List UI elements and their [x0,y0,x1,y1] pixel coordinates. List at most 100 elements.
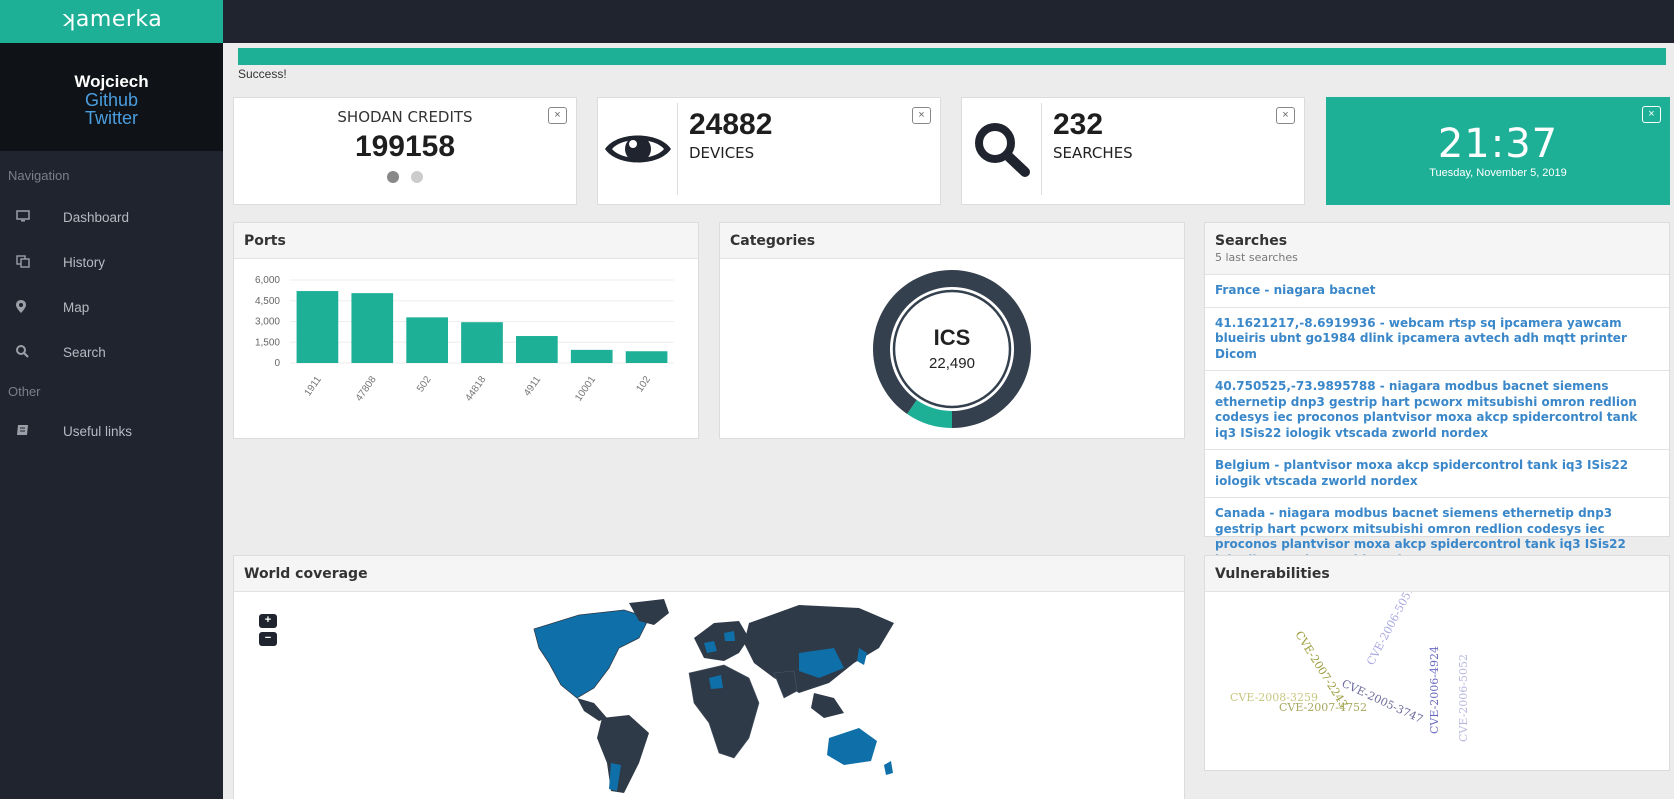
close-icon[interactable]: × [912,107,931,124]
user-profile: Wojciech Github Twitter [0,43,223,151]
world-map[interactable] [234,593,1184,799]
sidebar: ʞamerka Wojciech Github Twitter Navigati… [0,0,223,799]
devices-count: 24882 [689,108,773,141]
search-entry[interactable]: France - niagara bacnet [1205,275,1669,308]
vuln-word[interactable]: CVE-2007-4752 [1279,701,1367,714]
monitor-icon [16,210,46,225]
categories-title: Categories [720,223,1184,259]
carousel-dots [234,170,576,188]
nav-label: History [63,255,106,270]
progress-fill [238,48,1666,65]
map-new-zealand[interactable] [884,761,893,775]
credits-title: SHODAN CREDITS [337,108,473,126]
close-icon[interactable]: × [1642,106,1661,123]
progress-bar [238,48,1666,65]
map-india[interactable] [773,670,798,699]
search-icon [962,103,1042,195]
map-africa[interactable] [688,664,760,759]
nav-item-map[interactable]: Map [0,285,223,330]
clock-time: 21:37 [1437,121,1559,167]
searches-count: 232 [1053,108,1104,141]
clock-date: Tuesday, November 5, 2019 [1429,167,1567,179]
vuln-word[interactable]: CVE-2006-4924 [1428,646,1441,734]
donut-center-value: 22,490 [929,355,975,372]
bar[interactable] [516,336,558,363]
shodan-credits-card: × SHODAN CREDITS 199158 [233,97,577,205]
search-entry[interactable]: 41.1621217,-8.6919936 - webcam rtsp sq i… [1205,308,1669,371]
donut-center-label: ICS [934,325,971,350]
searches-title: Searches [1215,233,1288,249]
searches-header: Searches 5 last searches [1205,223,1669,275]
world-coverage-panel: World coverage + − [233,555,1185,799]
carousel-dot[interactable] [387,171,399,183]
search-icon [16,344,46,361]
categories-panel: Categories ICS 22,490 [719,222,1185,439]
x-tick-label: 44818 [463,374,488,403]
clock-card: × 21:37 Tuesday, November 5, 2019 [1326,97,1670,205]
map-europe[interactable] [694,621,749,661]
x-tick-label: 502 [415,374,434,394]
nav-label: Search [63,345,106,360]
carousel-dot[interactable] [411,171,423,183]
ports-panel: Ports 6,000 4,500 3,000 1,500 0 1911 47808 502 4… [233,222,699,439]
world-title: World coverage [234,556,1184,592]
nav-heading: Navigation [8,168,70,183]
x-tick-label: 47808 [354,374,379,403]
credits-value: 199158 [354,130,456,163]
recent-searches-panel: Searches 5 last searches France - niagar… [1204,222,1670,567]
y-tick-label: 1,500 [255,337,280,348]
nav-item-history[interactable]: History [0,240,223,285]
devices-card: × 24882 DEVICES [597,97,941,205]
user-name: Wojciech [74,72,149,91]
nav-label: Dashboard [63,210,130,225]
vuln-word[interactable]: CVE-2006-5051 [1364,584,1417,668]
map-southeast-asia[interactable] [811,693,844,718]
vuln-word[interactable]: CVE-2006-5052 [1457,654,1470,742]
app-logo[interactable]: ʞamerka [0,0,223,43]
y-tick-label: 0 [274,358,280,369]
nav-label: Map [63,300,90,315]
close-icon[interactable]: × [548,107,567,124]
copy-icon [16,254,46,271]
bar[interactable] [570,349,613,363]
searches-card: × 232 SEARCHES [961,97,1305,205]
x-tick-label: 102 [634,374,653,394]
map-australia[interactable] [827,728,877,765]
status-message: Success! [238,67,287,81]
map-pin-icon [16,299,46,316]
vulnerability-word-cloud: CVE-2006-5051 CVE-2007-2243 CVE-2005-374… [1230,584,1470,742]
map-north-america[interactable] [533,609,650,699]
map-south-america[interactable] [597,715,649,793]
devices-label: DEVICES [689,144,755,162]
bar[interactable] [351,293,394,363]
search-entry[interactable]: Belgium - plantvisor moxa akcp spidercon… [1205,450,1669,498]
y-tick-label: 4,500 [255,296,280,307]
ports-title: Ports [234,223,698,259]
eye-icon [598,103,678,195]
map-asia[interactable] [744,605,894,693]
top-bar [223,0,1674,43]
bar[interactable] [461,322,503,363]
ports-chart: 6,000 4,500 3,000 1,500 0 1911 47808 502 44818 49… [255,275,674,404]
searches-label: SEARCHES [1053,144,1133,162]
nav-item-useful-links[interactable]: Useful links [0,409,223,454]
map-central-america[interactable] [577,698,607,721]
search-entry[interactable]: 40.750525,-73.9895788 - niagara modbus b… [1205,371,1669,450]
github-link[interactable]: Github [0,91,223,109]
nav-heading-other: Other [8,384,41,399]
bar[interactable] [296,291,339,363]
x-tick-label: 4911 [522,374,544,398]
vulnerabilities-title: Vulnerabilities [1205,556,1669,592]
nav-item-search[interactable]: Search [0,330,223,375]
bar[interactable] [625,351,668,363]
categories-chart: ICS 22,490 [873,270,1031,428]
nav-item-dashboard[interactable]: Dashboard [0,195,223,240]
searches-subtitle: 5 last searches [1215,251,1298,264]
y-tick-label: 6,000 [255,275,280,286]
nav-label: Useful links [63,424,133,439]
twitter-link[interactable]: Twitter [0,109,223,127]
bar[interactable] [406,317,448,363]
vulnerabilities-panel: Vulnerabilities CVE-2006-5051 CVE-2007-2… [1204,555,1670,771]
x-tick-label: 1911 [303,374,325,398]
close-icon[interactable]: × [1276,107,1295,124]
